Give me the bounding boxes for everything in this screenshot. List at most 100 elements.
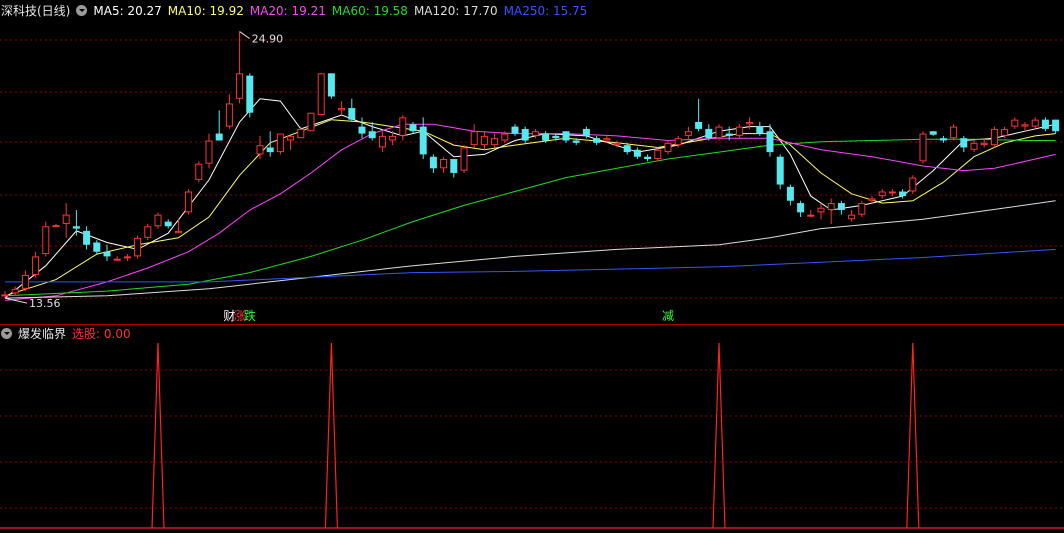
candle-body [950, 126, 958, 139]
candle-body [123, 256, 131, 259]
event-marker: 减 [662, 309, 674, 323]
candle-body [11, 288, 19, 294]
signal-value-label: 选股: 0.00 [72, 327, 131, 341]
candle-body [756, 126, 764, 134]
candle-body [338, 108, 346, 111]
candle-body [419, 126, 427, 155]
candle-body [1001, 128, 1009, 136]
low-price-label: 13.56 [29, 297, 61, 310]
candle-body [52, 225, 60, 228]
candle-body [134, 237, 142, 257]
ma-legend-item: MA250: 15.75 [503, 4, 588, 18]
candle-body [429, 156, 437, 169]
candle-body [113, 258, 121, 261]
candle-body [715, 126, 723, 139]
main-panel-header: 深科技(日线) MA5: 20.27 MA10: 19.92 MA20: 19.21 M… [1, 2, 599, 20]
candle-body [807, 214, 815, 217]
candle-body [613, 142, 621, 146]
candle-body [644, 156, 652, 160]
candle-body [593, 138, 601, 143]
chart-canvas: 24.9013.56财涨跌减 [0, 31, 1064, 529]
candle-body [1052, 119, 1060, 132]
high-pointer [239, 31, 250, 39]
candle-body [256, 145, 264, 155]
candle-body [735, 126, 743, 136]
candle-body [21, 274, 29, 289]
candle-body [684, 131, 692, 136]
candle-body [103, 251, 111, 257]
candle-body [225, 103, 233, 127]
candle-body [358, 126, 366, 134]
candle-body [307, 112, 315, 132]
candle-body [654, 149, 662, 160]
sub-panel-header: 爆发临界 选股: 0.00 [1, 325, 137, 343]
candle-body [144, 226, 152, 238]
candle-body [848, 214, 856, 220]
candle-body [32, 256, 40, 275]
candle-body [674, 138, 682, 146]
candle-body [327, 73, 335, 97]
ma-legend-item: MA120: 17.70 [413, 4, 498, 18]
candle-body [797, 203, 805, 213]
candle-body [980, 142, 988, 146]
indicator-menu-icon[interactable] [76, 5, 88, 16]
ma-line-ma10 [4, 119, 1056, 297]
candle-body [633, 149, 641, 157]
candle-body [317, 73, 325, 116]
candle-body [368, 131, 376, 139]
candle-body [960, 138, 968, 148]
event-marker: 跌 [244, 308, 256, 323]
ma-legend-item: MA5: 20.27 [93, 4, 162, 18]
ma-legend-item: MA20: 19.21 [249, 4, 326, 18]
candle-body [470, 131, 478, 146]
candle-body [236, 73, 244, 99]
candle-body [460, 147, 468, 171]
candle-body [266, 147, 274, 153]
candle-body [174, 230, 182, 234]
high-price-label: 24.90 [252, 33, 284, 46]
candle-body [572, 140, 580, 143]
candle-body [939, 138, 947, 141]
candle-body [399, 117, 407, 136]
candle-body [83, 230, 91, 245]
candle-body [603, 138, 611, 141]
signal-spike [712, 342, 726, 529]
candle-body [185, 191, 193, 213]
candle-body [878, 191, 886, 197]
signal-spike [906, 342, 920, 529]
candle-body [562, 131, 570, 141]
candle-body [521, 128, 529, 141]
candle-body [276, 133, 284, 153]
candle-body [919, 133, 927, 162]
candle-body [72, 226, 80, 229]
candle-body [164, 221, 172, 227]
candle-body [868, 198, 876, 201]
ma-line-ma20 [4, 123, 1056, 301]
candle-body [858, 203, 866, 215]
ma-line-ma250 [5, 248, 1056, 283]
candle-body [246, 75, 254, 113]
candle-body [93, 242, 101, 252]
candle-body [990, 128, 998, 146]
candle-body [623, 145, 631, 153]
indicator-menu-icon[interactable] [1, 328, 12, 339]
candle-body [491, 138, 499, 146]
candle-body [389, 135, 397, 141]
candle-body [480, 135, 488, 146]
candle-body [929, 131, 937, 135]
candle-body [1011, 119, 1019, 127]
candle-body [215, 133, 223, 141]
candle-body [766, 131, 774, 153]
ma-legend: MA5: 20.27 MA10: 19.92 MA20: 19.21 MA60: 19… [93, 4, 593, 18]
candle-body [899, 191, 907, 197]
candle-body [746, 121, 754, 125]
candle-body [62, 214, 70, 224]
candle-body [542, 133, 550, 141]
ma-legend-item: MA10: 19.92 [167, 4, 244, 18]
candle-body [531, 131, 539, 136]
candle-body [909, 177, 917, 192]
candle-body [582, 128, 590, 136]
candle-body [837, 203, 845, 211]
ma-line-ma120 [4, 200, 1056, 299]
candle-body [1, 294, 9, 297]
